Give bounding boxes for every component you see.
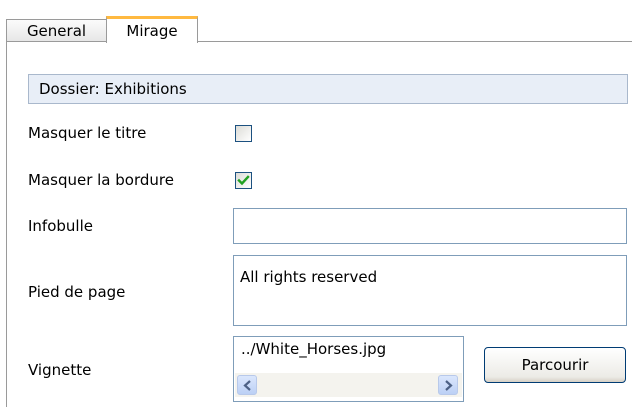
check-icon [237, 175, 250, 186]
folder-header: Dossier: Exhibitions [28, 74, 628, 104]
tooltip-label: Infobulle [28, 217, 93, 235]
hide-title-label: Masquer le titre [28, 124, 147, 142]
mirage-settings-window: General Mirage Dossier: Exhibitions Masq… [0, 0, 633, 407]
thumbnail-label: Vignette [28, 361, 92, 379]
footer-textarea[interactable]: All rights reserved [233, 255, 627, 326]
tab-general-label: General [26, 22, 87, 40]
thumbnail-field[interactable]: ../White_Horses.jpg [233, 336, 464, 402]
thumbnail-value: ../White_Horses.jpg [241, 340, 387, 358]
chevron-left-icon [243, 380, 251, 391]
browse-button[interactable]: Parcourir [484, 347, 626, 383]
tab-mirage-label: Mirage [126, 22, 178, 40]
tooltip-input[interactable] [233, 208, 627, 244]
scroll-left-button[interactable] [237, 375, 257, 395]
hide-border-checkbox[interactable] [235, 172, 252, 189]
tab-mirage[interactable]: Mirage [106, 16, 198, 43]
hide-title-checkbox[interactable] [235, 125, 252, 142]
horizontal-scrollbar[interactable] [235, 373, 462, 397]
chevron-right-icon [445, 380, 453, 391]
hide-border-label: Masquer la bordure [28, 171, 174, 189]
folder-label: Dossier: Exhibitions [39, 80, 187, 98]
scroll-right-button[interactable] [438, 375, 458, 395]
tab-general[interactable]: General [6, 19, 107, 42]
footer-label: Pied de page [28, 283, 126, 301]
